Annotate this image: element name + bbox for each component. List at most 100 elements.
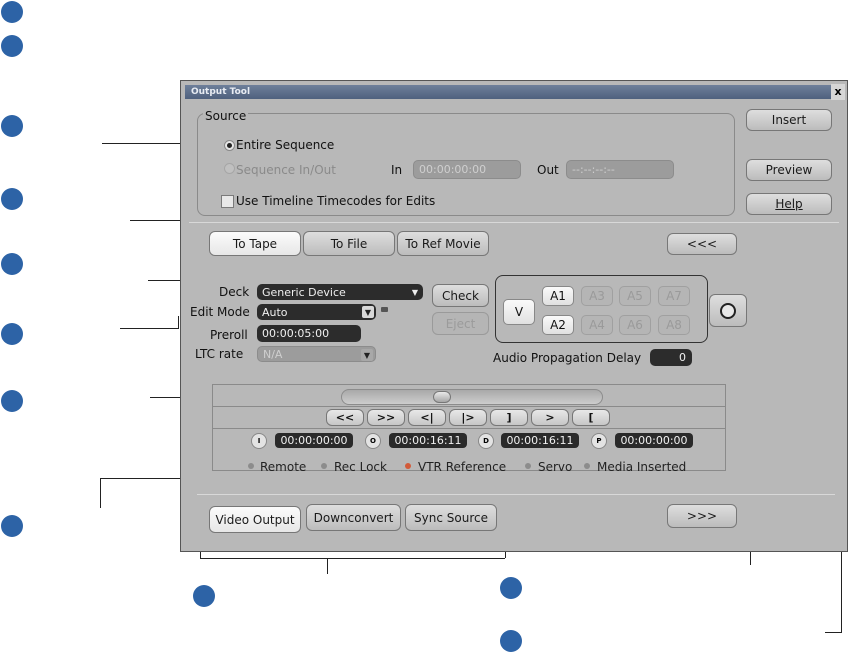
record-icon	[720, 302, 736, 319]
duration-badge[interactable]: D	[478, 433, 494, 449]
out-label: Out	[537, 163, 559, 177]
collapse-button[interactable]: <<<	[667, 233, 737, 255]
callout-marker	[1, 188, 23, 210]
audio-delay-label: Audio Propagation Delay	[493, 351, 642, 365]
audio-delay-field[interactable]: 0	[650, 349, 692, 366]
status-led	[248, 463, 254, 469]
callout-marker	[500, 577, 522, 599]
fast-forward-button[interactable]: >>	[367, 409, 405, 426]
lock-icon	[381, 307, 388, 312]
ltc-rate-value: N/A	[263, 347, 283, 361]
callout-marker	[193, 585, 215, 607]
use-timeline-label[interactable]: Use Timeline Timecodes for Edits	[236, 194, 435, 208]
status-label-rec-lock: Rec Lock	[334, 460, 387, 474]
divider	[197, 494, 835, 495]
chevron-down-icon: ▼	[409, 286, 421, 298]
deck-select[interactable]: Generic Device ▼	[257, 284, 423, 300]
callout-marker	[1, 390, 23, 412]
ltc-rate-select[interactable]: N/A ▼	[257, 346, 376, 362]
status-label-vtr-reference: VTR Reference	[418, 460, 507, 474]
go-to-in-button[interactable]: [	[572, 409, 610, 426]
callout-marker	[1, 515, 23, 537]
downconvert-button[interactable]: Downconvert	[306, 504, 401, 531]
help-button[interactable]: Help	[746, 193, 832, 215]
callout-line	[327, 558, 328, 574]
in-label: In	[391, 163, 403, 177]
position-timecode[interactable]: 00:00:00:00	[615, 433, 693, 448]
title-bar: Output Tool x	[185, 84, 845, 100]
use-timeline-checkbox[interactable]	[221, 195, 234, 208]
audio-channel-button[interactable]: A6	[619, 315, 651, 335]
video-output-button[interactable]: Video Output	[209, 506, 301, 533]
sequence-in-out-radio[interactable]	[224, 163, 235, 174]
output-tool-window: Output Tool x Source Entire Sequence Seq…	[180, 80, 848, 552]
rewind-button[interactable]: <<	[326, 409, 364, 426]
callout-marker	[1, 35, 23, 57]
edit-mode-label: Edit Mode	[190, 305, 250, 319]
step-forward-button[interactable]: |>	[449, 409, 487, 426]
source-label: Source	[203, 109, 249, 123]
preroll-field[interactable]: 00:00:05:00	[257, 325, 361, 342]
audio-channel-button[interactable]: A1	[542, 286, 574, 306]
to-file-button[interactable]: To File	[303, 231, 395, 256]
divider	[189, 222, 839, 223]
divider	[212, 428, 726, 429]
mark-in-timecode[interactable]: 00:00:00:00	[275, 433, 353, 448]
entire-sequence-radio[interactable]	[224, 140, 235, 151]
window-title: Output Tool	[191, 87, 251, 97]
status-label-media-inserted: Media Inserted	[597, 460, 687, 474]
audio-channel-button[interactable]: A7	[658, 286, 690, 306]
ltc-rate-label: LTC rate	[195, 347, 244, 361]
video-channel-button[interactable]: V	[503, 299, 535, 325]
edit-mode-select[interactable]: Auto ▼	[257, 304, 376, 320]
duration-timecode[interactable]: 00:00:16:11	[501, 433, 579, 448]
audio-channel-button[interactable]: A5	[619, 286, 651, 306]
check-button[interactable]: Check	[432, 284, 489, 307]
chevron-down-icon: ▼	[362, 306, 374, 318]
sync-source-button[interactable]: Sync Source	[405, 504, 497, 531]
audio-channel-button[interactable]: A8	[658, 315, 690, 335]
entire-sequence-label[interactable]: Entire Sequence	[236, 138, 334, 152]
callout-marker	[1, 253, 23, 275]
sequence-in-out-label[interactable]: Sequence In/Out	[236, 163, 336, 177]
to-ref-movie-button[interactable]: To Ref Movie	[397, 231, 489, 256]
preroll-label: Preroll	[210, 328, 248, 342]
status-led	[525, 463, 531, 469]
expand-button[interactable]: >>>	[667, 504, 737, 528]
mark-out-badge[interactable]: O	[365, 433, 381, 449]
mark-out-timecode[interactable]: 00:00:16:11	[389, 433, 467, 448]
eject-button[interactable]: Eject	[432, 312, 489, 335]
go-to-out-button[interactable]: ]	[490, 409, 528, 426]
deck-value: Generic Device	[262, 285, 346, 299]
play-button[interactable]: >	[531, 409, 569, 426]
to-tape-button[interactable]: To Tape	[209, 231, 301, 256]
shuttle-slider-track[interactable]	[341, 389, 603, 405]
callout-marker	[1, 1, 23, 23]
shuttle-slider-knob[interactable]	[433, 391, 451, 403]
audio-channel-button[interactable]: A4	[581, 315, 613, 335]
preview-button[interactable]: Preview	[746, 159, 832, 181]
close-icon[interactable]: x	[831, 84, 845, 100]
callout-marker	[1, 323, 23, 345]
mark-in-badge[interactable]: I	[251, 433, 267, 449]
status-led	[321, 463, 327, 469]
position-badge[interactable]: P	[591, 433, 607, 449]
audio-channel-button[interactable]: A3	[581, 286, 613, 306]
audio-channel-button[interactable]: A2	[542, 315, 574, 335]
callout-line	[200, 558, 505, 559]
callout-line	[100, 478, 101, 508]
callout-line	[178, 316, 179, 329]
status-label-remote: Remote	[260, 460, 307, 474]
edit-mode-value: Auto	[262, 305, 288, 319]
insert-button[interactable]: Insert	[746, 109, 832, 131]
chevron-down-icon: ▼	[361, 349, 373, 361]
in-timecode-field[interactable]: 00:00:00:00	[413, 160, 521, 179]
step-back-button[interactable]: <|	[408, 409, 446, 426]
status-led	[405, 463, 411, 469]
callout-marker	[1, 115, 23, 137]
callout-marker	[500, 630, 522, 652]
status-led	[584, 463, 590, 469]
divider	[212, 406, 726, 407]
deck-control-button[interactable]	[709, 294, 747, 327]
out-timecode-field[interactable]: --:--:--:--	[566, 160, 674, 179]
